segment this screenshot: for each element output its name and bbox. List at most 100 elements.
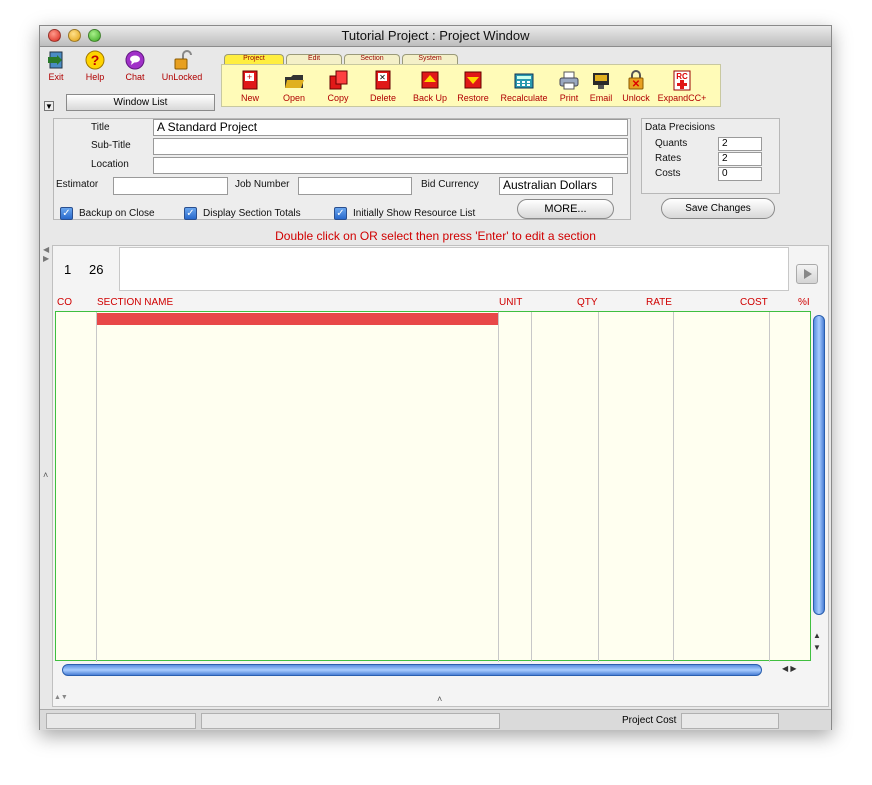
costs-label: Costs xyxy=(655,168,681,179)
rates-label: Rates xyxy=(655,153,682,164)
column-header-percent[interactable]: %I xyxy=(798,297,810,308)
restore-button[interactable]: Restore xyxy=(454,69,492,103)
print-label: Print xyxy=(559,93,579,103)
more-button[interactable]: MORE... xyxy=(517,199,614,219)
recalculate-button[interactable]: Recalculate xyxy=(498,69,550,103)
backup-on-close-checkbox[interactable]: ✓ xyxy=(60,207,73,220)
open-label: Open xyxy=(282,93,306,103)
expand-cc-icon: RC xyxy=(671,69,693,91)
vertical-scroll-arrows[interactable]: ▲ ▼ xyxy=(813,630,821,654)
job-number-field[interactable] xyxy=(298,177,412,195)
svg-text:+: + xyxy=(247,72,252,82)
window-menu-arrow[interactable]: ▼ xyxy=(44,101,54,111)
column-header-section-name[interactable]: SECTION NAME xyxy=(97,297,173,308)
data-precisions-title: Data Precisions xyxy=(645,122,716,133)
bottom-resize-handle[interactable]: ˄ xyxy=(437,694,442,704)
copy-button[interactable]: Copy xyxy=(320,69,356,103)
open-button[interactable]: Open xyxy=(276,69,312,103)
location-label: Location xyxy=(91,159,129,170)
delete-button[interactable]: ✕ Delete xyxy=(364,69,402,103)
column-divider xyxy=(673,312,674,662)
display-section-totals-label: Display Section Totals xyxy=(203,208,301,219)
svg-text:✕: ✕ xyxy=(632,79,640,90)
edit-section-instruction: Double click on OR select then press 'En… xyxy=(275,229,596,243)
column-header-co[interactable]: CO xyxy=(57,297,72,308)
horizontal-scrollbar-thumb[interactable] xyxy=(62,664,762,676)
printer-icon xyxy=(558,69,580,91)
open-folder-icon xyxy=(283,69,305,91)
restore-label: Restore xyxy=(457,93,489,103)
costs-field[interactable]: 0 xyxy=(718,167,762,181)
display-section-totals-checkbox[interactable]: ✓ xyxy=(184,207,197,220)
estimator-label: Estimator xyxy=(56,179,99,190)
tab-section[interactable]: Section xyxy=(344,54,400,64)
estimator-field[interactable] xyxy=(113,177,228,195)
chat-button[interactable]: Chat xyxy=(122,50,148,82)
pane-resize-arrows[interactable]: ▲▼ xyxy=(54,694,68,701)
window-list-button[interactable]: Window List xyxy=(66,94,215,111)
vertical-scrollbar-thumb[interactable] xyxy=(813,315,825,615)
column-divider xyxy=(769,312,770,662)
section-count: 26 xyxy=(89,262,104,277)
new-document-icon: + xyxy=(239,69,261,91)
initially-show-resource-list-label: Initially Show Resource List xyxy=(353,208,476,219)
svg-text:?: ? xyxy=(91,52,100,68)
job-number-label: Job Number xyxy=(235,179,290,190)
project-cost-label: Project Cost xyxy=(622,715,677,726)
status-cell-1 xyxy=(46,713,196,729)
project-toolbar: + New Open Copy ✕ Delete Back Up Restore… xyxy=(221,64,721,107)
location-field[interactable] xyxy=(153,157,628,174)
title-bar: Tutorial Project : Project Window xyxy=(40,26,831,47)
tab-project[interactable]: Project xyxy=(224,54,284,64)
chat-icon xyxy=(125,50,145,70)
selected-section-row[interactable] xyxy=(97,313,498,325)
help-icon: ? xyxy=(85,50,105,70)
exit-button[interactable]: Exit xyxy=(43,50,69,82)
print-button[interactable]: Print xyxy=(554,69,584,103)
restore-icon xyxy=(462,69,484,91)
title-field[interactable]: A Standard Project xyxy=(153,119,628,136)
quants-field[interactable]: 2 xyxy=(718,137,762,151)
help-button[interactable]: ? Help xyxy=(82,50,108,82)
unlocked-label: UnLocked xyxy=(161,72,203,82)
back-up-button[interactable]: Back Up xyxy=(408,69,452,103)
sections-table[interactable] xyxy=(55,311,811,662)
delete-label: Delete xyxy=(369,93,396,103)
save-changes-button[interactable]: Save Changes xyxy=(661,198,775,219)
go-to-section-button[interactable] xyxy=(796,264,818,284)
column-header-rate[interactable]: RATE xyxy=(646,297,672,308)
rates-field[interactable]: 2 xyxy=(718,152,762,166)
expand-cc-button[interactable]: RC ExpandCC+ xyxy=(656,69,708,103)
unlock-button[interactable]: ✕ Unlock xyxy=(618,69,654,103)
bid-currency-label: Bid Currency xyxy=(421,179,479,190)
email-button[interactable]: Email xyxy=(584,69,618,103)
tab-system[interactable]: System xyxy=(402,54,458,64)
current-section-number: 1 xyxy=(64,262,72,277)
column-header-cost[interactable]: COST xyxy=(740,297,768,308)
play-arrow-icon xyxy=(804,269,812,279)
chat-label: Chat xyxy=(125,72,145,82)
exit-label: Exit xyxy=(48,72,64,82)
section-description-box[interactable] xyxy=(119,247,789,291)
exit-icon xyxy=(46,50,66,70)
bid-currency-field[interactable]: Australian Dollars xyxy=(499,177,613,195)
column-divider xyxy=(531,312,532,662)
subtitle-label: Sub-Title xyxy=(91,140,131,151)
column-header-unit[interactable]: UNIT xyxy=(499,297,522,308)
horizontal-scroll-arrows[interactable]: ◀ ▶ xyxy=(782,664,797,673)
left-resize-handle[interactable]: ˄ xyxy=(43,470,48,480)
unlock-label: Unlock xyxy=(622,93,650,103)
tab-edit[interactable]: Edit xyxy=(286,54,342,64)
column-divider xyxy=(96,312,97,662)
left-collapse-arrows[interactable]: ◀ ▶ xyxy=(43,245,49,263)
unlocked-status[interactable]: UnLocked xyxy=(158,50,206,82)
title-label: Title xyxy=(91,122,110,133)
copy-icon xyxy=(327,69,349,91)
column-header-qty[interactable]: QTY xyxy=(577,297,598,308)
subtitle-field[interactable] xyxy=(153,138,628,155)
backup-on-close-label: Backup on Close xyxy=(79,208,155,219)
backup-icon xyxy=(419,69,441,91)
delete-icon: ✕ xyxy=(372,69,394,91)
new-button[interactable]: + New xyxy=(232,69,268,103)
initially-show-resource-list-checkbox[interactable]: ✓ xyxy=(334,207,347,220)
